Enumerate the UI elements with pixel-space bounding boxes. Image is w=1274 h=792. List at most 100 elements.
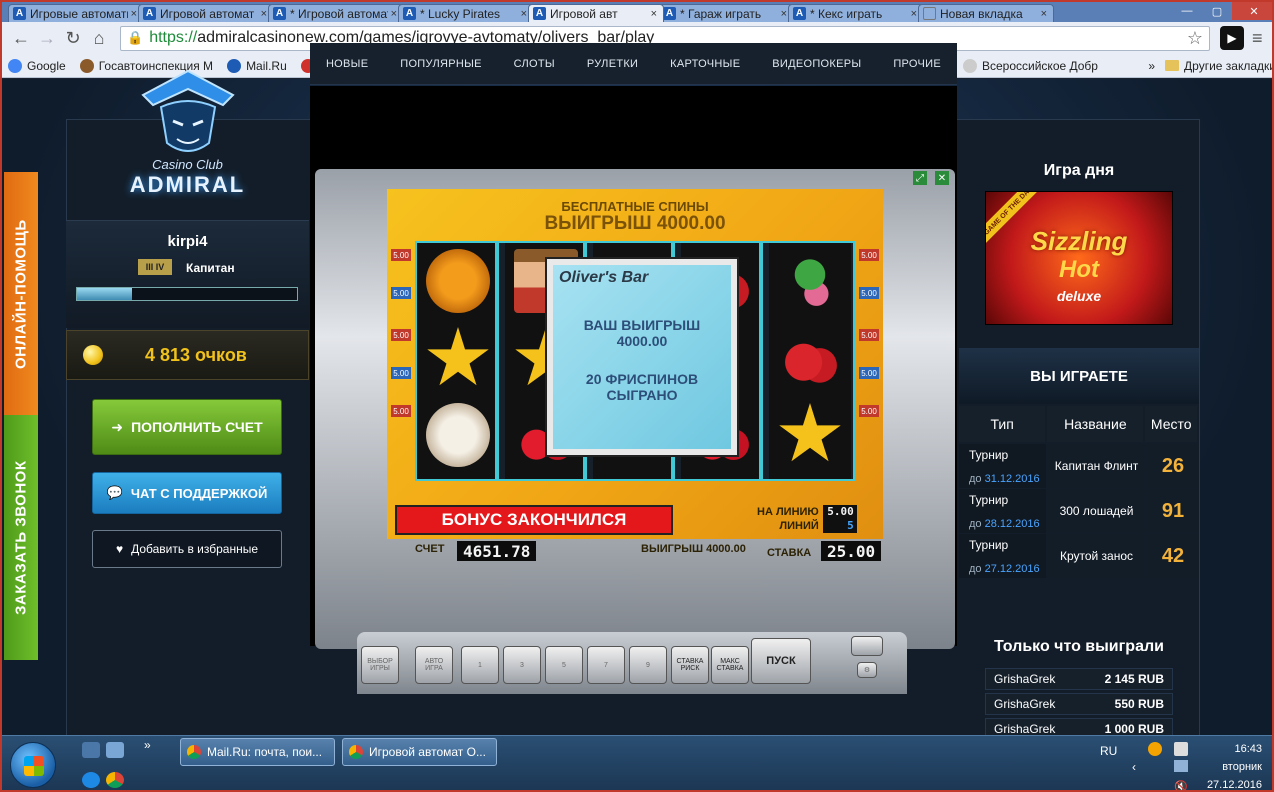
browser-tab[interactable]: A * Гараж играть × [658, 4, 794, 22]
browser-tab[interactable]: Новая вкладка × [918, 4, 1054, 22]
tab-close-icon[interactable]: × [391, 8, 397, 20]
tournament-name[interactable]: Крутой занос [1048, 534, 1145, 578]
screen-root: A Игровые автоматы × A Игровой автомат × A * Иг… [0, 0, 1274, 792]
machine-button-4[interactable]: 5 [545, 646, 583, 684]
nav-item-5[interactable]: ВИДЕОПОКЕРЫ [772, 58, 861, 70]
quicklaunch-more-icon[interactable]: » [144, 738, 151, 752]
tab-close-icon[interactable]: × [261, 8, 267, 20]
machine-settings-icon[interactable]: ⚙ [857, 662, 877, 678]
extension-play-icon[interactable]: ▶ [1220, 26, 1244, 50]
reel-5 [769, 243, 851, 479]
machine-button-9[interactable]: ПУСК [751, 638, 811, 684]
support-chat-button[interactable]: 💬 ЧАТ С ПОДДЕРЖКОЙ [92, 472, 282, 514]
nav-item-2[interactable]: СЛОТЫ [514, 58, 555, 70]
coin-icon [83, 345, 103, 365]
minimize-icon[interactable]: — [1172, 2, 1202, 20]
browser-menu-icon[interactable]: ≡ [1252, 28, 1263, 49]
game-of-day-banner[interactable]: GAME OF THE DAY Sizzling Hot deluxe [985, 191, 1173, 325]
taskbar-window-button[interactable]: Игровой автомат О... [342, 738, 497, 766]
nav-item-0[interactable]: НОВЫЕ [326, 58, 368, 70]
chrome-icon[interactable] [106, 772, 124, 788]
tabs-container: A Игровые автоматы × A Игровой автомат × A * Иг… [8, 4, 1054, 22]
browser-tab[interactable]: A Игровой автомат × [138, 4, 274, 22]
tray-expand-icon[interactable]: ‹ [1132, 760, 1136, 774]
request-call-tab[interactable]: ЗАКАЗАТЬ ЗВОНОК [4, 415, 38, 660]
browser-tab[interactable]: A * Игровой автомат × [268, 4, 404, 22]
bookmark-item[interactable]: Google [8, 58, 66, 73]
nav-item-3[interactable]: РУЛЕТКИ [587, 58, 638, 70]
winner-amount: 2 145 RUB [1104, 672, 1164, 686]
tournament-name[interactable]: 300 лошадей [1048, 489, 1145, 533]
tab-close-icon[interactable]: × [781, 8, 787, 20]
line-marker-left: 5.00 [391, 287, 411, 299]
tab-close-icon[interactable]: × [521, 8, 527, 20]
switch-windows-icon[interactable] [106, 742, 124, 758]
deposit-button[interactable]: ➜ ПОПОЛНИТЬ СЧЕТ [92, 399, 282, 455]
rank-badge: III IV [138, 259, 172, 275]
internet-explorer-icon[interactable] [82, 772, 100, 788]
start-button[interactable] [10, 742, 56, 788]
show-desktop-icon[interactable] [82, 742, 100, 758]
browser-tab[interactable]: A * Кекс играть × [788, 4, 924, 22]
user-panel: kirpi4 III IV Капитан [66, 220, 309, 328]
table-header-1: Название [1047, 406, 1144, 442]
tournament-date: до 28.12.2016 [969, 518, 1040, 530]
browser-tab[interactable]: A Игровой авт × [528, 4, 664, 22]
blank-page-icon [923, 7, 936, 20]
add-favorite-button[interactable]: ♥ Добавить в избранные [92, 530, 282, 568]
close-window-icon[interactable]: ✕ [1232, 2, 1272, 20]
nav-item-1[interactable]: ПОПУЛЯРНЫЕ [400, 58, 482, 70]
forward-arrow-icon[interactable]: → [34, 25, 60, 51]
bookmark-star-icon[interactable]: ☆ [1187, 28, 1203, 49]
online-help-tab[interactable]: ОНЛАЙН-ПОМОЩЬ [4, 172, 38, 417]
winner-row: GrishaGrek 550 RUB [985, 693, 1173, 715]
machine-button-7[interactable]: СТАВКА РИСК [671, 646, 709, 684]
machine-button-8[interactable]: МАКС СТАВКА [711, 646, 749, 684]
tournament-name[interactable]: Капитан Флинт [1048, 444, 1145, 488]
arrow-right-icon: ➜ [111, 418, 124, 435]
browser-tab[interactable]: A Игровые автоматы × [8, 4, 144, 22]
flamingo-symbol-icon [778, 249, 842, 313]
bookmarks-more-icon[interactable]: » [1148, 59, 1155, 73]
back-arrow-icon[interactable]: ← [8, 25, 34, 51]
machine-button-6[interactable]: 9 [629, 646, 667, 684]
tournament-row[interactable]: Турнир до 28.12.2016 300 лошадей 91 [959, 489, 1199, 533]
nav-item-6[interactable]: ПРОЧИЕ [893, 58, 941, 70]
language-indicator[interactable]: RU [1100, 744, 1117, 758]
network-icon[interactable] [1174, 760, 1188, 772]
machine-button-2[interactable]: 1 [461, 646, 499, 684]
tournament-row[interactable]: Турнир до 27.12.2016 Крутой занос 42 [959, 534, 1199, 578]
clock[interactable]: 16:43 вторник 27.12.2016 [1207, 740, 1262, 790]
tournament-row[interactable]: Турнир до 31.12.2016 Капитан Флинт 26 [959, 444, 1199, 488]
taskbar-window-button[interactable]: Mail.Ru: почта, пои... [180, 738, 335, 766]
close-game-icon[interactable]: ✕ [935, 171, 949, 185]
tab-close-icon[interactable]: × [1041, 8, 1047, 20]
lines-label: ЛИНИЙ [779, 520, 819, 532]
browser-tab[interactable]: A * Lucky Pirates × [398, 4, 534, 22]
deposit-label: ПОПОЛНИТЬ СЧЕТ [131, 419, 263, 435]
expand-icon[interactable]: ⤢ [913, 171, 927, 185]
score-row: СЧЕТ 4651.78 ВЫИГРЫШ 4000.00 СТАВКА 25.0… [415, 539, 885, 563]
tab-close-icon[interactable]: × [131, 8, 137, 20]
you-are-playing-header: ВЫ ИГРАЕТЕ [959, 348, 1199, 404]
line-marker-right: 5.00 [859, 405, 879, 417]
machine-button-3[interactable]: 3 [503, 646, 541, 684]
maximize-icon[interactable]: ▢ [1202, 2, 1232, 20]
admiral-logo[interactable]: Casino Club ADMIRAL [66, 42, 309, 220]
other-bookmarks-folder[interactable]: Другие закладки [1165, 59, 1272, 73]
username[interactable]: kirpi4 [66, 233, 309, 250]
tournament-until: до [969, 473, 985, 485]
machine-extra-button[interactable] [851, 636, 883, 656]
tray-battery-icon[interactable] [1174, 742, 1188, 756]
tab-close-icon[interactable]: × [651, 8, 657, 20]
support-chat-label: ЧАТ С ПОДДЕРЖКОЙ [130, 485, 268, 501]
volume-muted-icon[interactable]: 🔇 [1174, 780, 1188, 790]
tab-close-icon[interactable]: × [911, 8, 917, 20]
machine-button-0[interactable]: ВЫБОР ИГРЫ [361, 646, 399, 684]
machine-button-1[interactable]: АВТО ИГРА [415, 646, 453, 684]
tray-app-icon[interactable] [1148, 742, 1162, 756]
score-label: СЧЕТ [415, 543, 445, 555]
bookmark-item[interactable]: Всероссийское Добр [963, 58, 1098, 73]
machine-button-5[interactable]: 7 [587, 646, 625, 684]
nav-item-4[interactable]: КАРТОЧНЫЕ [670, 58, 740, 70]
